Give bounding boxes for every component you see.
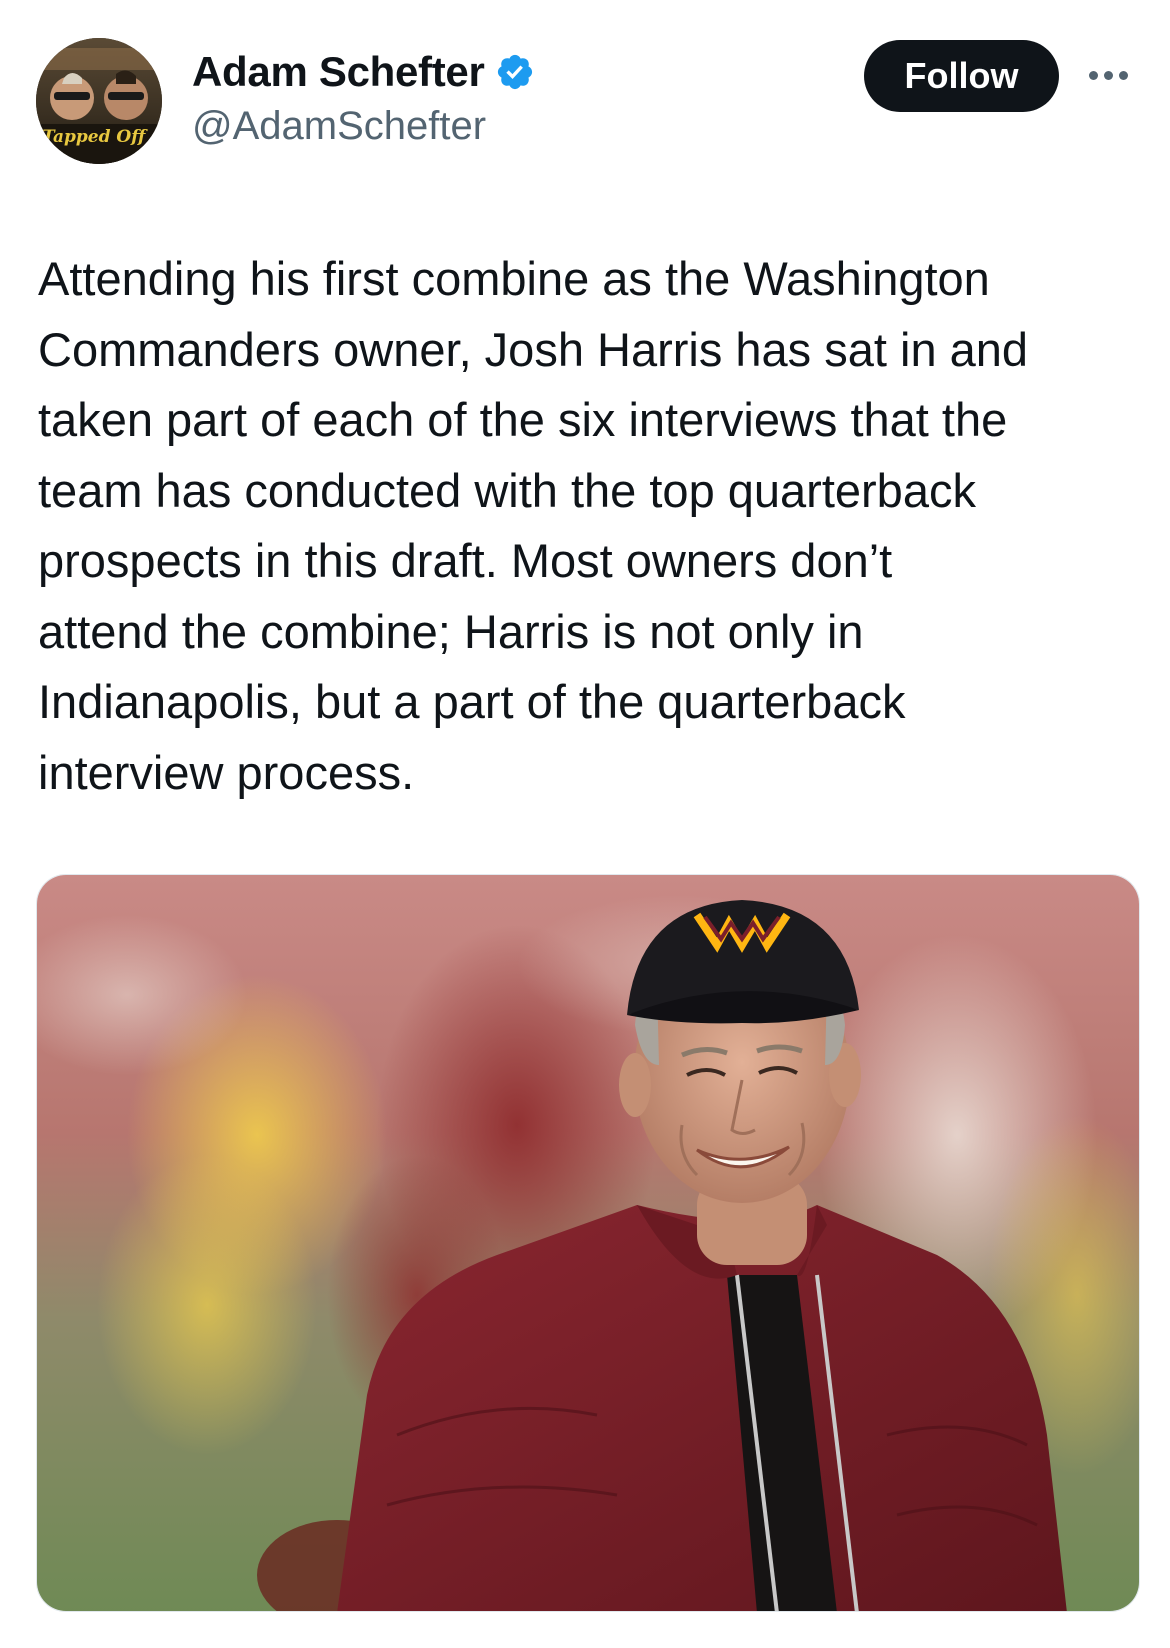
more-dots-icon[interactable]: [1085, 60, 1131, 90]
avatar-banner-text: Tapped Off: [42, 127, 148, 147]
photo-image: [37, 875, 1139, 1611]
tweet-header: Tapped Off Adam Schefter @AdamSchefter F…: [0, 0, 1170, 170]
verified-badge-icon: [497, 54, 532, 90]
tweet-text: Attending his first combine as the Washi…: [38, 252, 1029, 799]
author-handle[interactable]: @AdamSchefter: [192, 104, 486, 149]
author-display-name[interactable]: Adam Schefter: [192, 48, 485, 96]
dot: [1103, 70, 1113, 80]
avatar-image: Tapped Off: [36, 38, 162, 164]
author-name-row: Adam Schefter: [192, 48, 535, 96]
avatar[interactable]: Tapped Off: [36, 38, 162, 164]
dot: [1088, 70, 1098, 80]
dot: [1118, 70, 1128, 80]
follow-button[interactable]: Follow: [864, 40, 1059, 112]
tweet-photo[interactable]: [36, 874, 1140, 1612]
